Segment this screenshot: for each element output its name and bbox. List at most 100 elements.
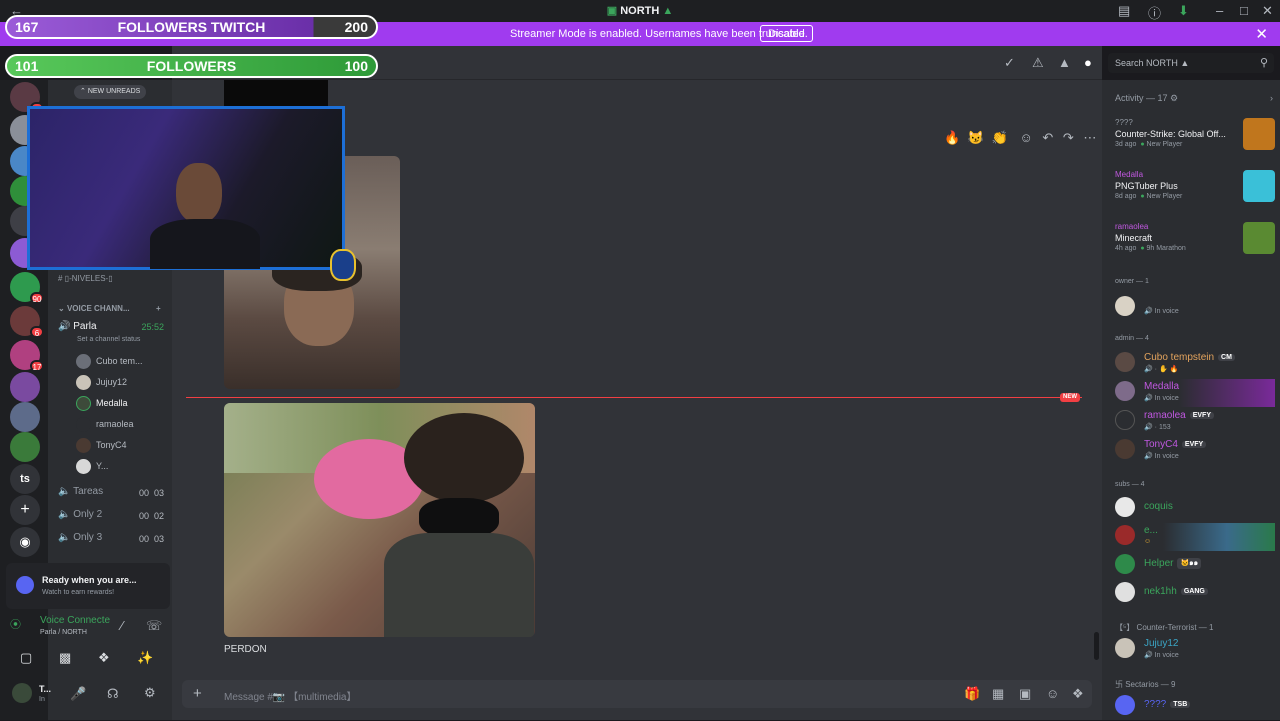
member-row[interactable]: 🔊 In voice bbox=[1115, 294, 1275, 322]
member-row[interactable]: TonyC4 EVFY 🔊 In voice bbox=[1115, 437, 1275, 465]
followers-twitch-bar: 167 FOLLOWERS TWITCH 200 bbox=[5, 15, 378, 39]
headphones-icon[interactable]: ☊ bbox=[107, 686, 119, 702]
member-row[interactable]: Medalla 🔊 In voice bbox=[1115, 379, 1275, 407]
add-reaction-icon[interactable]: ☺ bbox=[1019, 130, 1032, 145]
disconnect-icon[interactable]: ☏ bbox=[146, 618, 162, 634]
voice-category[interactable]: ⌄ VOICE CHANN... + bbox=[58, 304, 161, 313]
maximize-icon[interactable]: □ bbox=[1240, 3, 1248, 18]
server-icon[interactable]: 6 bbox=[10, 306, 44, 338]
settings-icon[interactable]: ⚙ bbox=[144, 685, 156, 701]
gif-icon[interactable]: ▦ bbox=[992, 686, 1004, 702]
search-input[interactable]: Search NORTH ▲ bbox=[1115, 58, 1189, 68]
forward-icon[interactable]: ↷ bbox=[1063, 130, 1074, 145]
server-badge: 17 bbox=[30, 360, 44, 372]
member-name: coquis bbox=[1144, 501, 1173, 512]
message-input[interactable]: Message #📷 【multimedia】 bbox=[224, 688, 357, 703]
group-subs: subs — 4 bbox=[1115, 481, 1145, 488]
add-server-icon[interactable]: + bbox=[10, 495, 40, 525]
member-row[interactable]: e... ☺ bbox=[1115, 523, 1275, 551]
channel-niveles[interactable]: # ▯-NIVELES-▯ bbox=[58, 274, 113, 283]
voice-timer: 25:52 bbox=[141, 322, 164, 332]
discover-icon[interactable]: ◉ bbox=[10, 527, 40, 557]
voice-status[interactable]: Voice Connecte bbox=[40, 615, 110, 626]
voice-user[interactable]: Cubo tem... bbox=[76, 354, 143, 369]
rewards-popup[interactable]: Ready when you are... Watch to earn rewa… bbox=[6, 563, 170, 609]
search-box[interactable]: Search NORTH ▲ ⚲ bbox=[1108, 53, 1274, 73]
user-name[interactable]: T... bbox=[39, 684, 51, 694]
channel-parla[interactable]: 🔊 Parla bbox=[58, 321, 97, 332]
more-icon[interactable]: ⋯ bbox=[1083, 130, 1096, 145]
reply-icon[interactable]: ↶ bbox=[1042, 130, 1053, 145]
activity-header[interactable]: Activity — 17 ⚙ › bbox=[1115, 93, 1275, 104]
attach-plus-icon[interactable]: + bbox=[193, 685, 202, 702]
soundboard-icon[interactable]: ✨ bbox=[137, 650, 153, 666]
voice-user[interactable]: TonyC4 bbox=[76, 438, 127, 453]
voice-user[interactable]: Medalla bbox=[76, 396, 128, 411]
pin-icon[interactable]: ▲ bbox=[1058, 55, 1071, 70]
channel-only-2[interactable]: 🔈 Only 2 bbox=[58, 509, 102, 520]
channel-count: 00 02 bbox=[138, 511, 164, 521]
member-row[interactable]: ???? TSB bbox=[1115, 693, 1275, 721]
reaction-clap[interactable]: 👏 bbox=[992, 130, 1008, 145]
member-row[interactable]: Cubo tempstein CM 🔊 · ✋ 🔥 bbox=[1115, 350, 1275, 378]
gift-icon[interactable]: 🎁 bbox=[964, 686, 980, 702]
camera-off-icon[interactable]: ▢ bbox=[20, 650, 32, 666]
new-messages-divider bbox=[186, 397, 1082, 398]
member-row[interactable]: Helper 🐱๑๑ bbox=[1115, 552, 1275, 580]
threads-icon[interactable]: ✓ bbox=[1004, 55, 1015, 71]
reaction-cat[interactable]: 😼 bbox=[968, 130, 984, 145]
sticker-icon[interactable]: ▣ bbox=[1019, 686, 1031, 702]
screen-share-icon[interactable]: ▩ bbox=[59, 650, 71, 666]
server-icon[interactable] bbox=[10, 372, 40, 402]
voice-user[interactable]: Jujuy12 bbox=[76, 375, 127, 390]
channel-tareas[interactable]: 🔈 Tareas bbox=[58, 486, 103, 497]
photo-attachment[interactable] bbox=[224, 403, 535, 637]
channel-only-3[interactable]: 🔈 Only 3 bbox=[58, 532, 102, 543]
user-avatar[interactable] bbox=[12, 683, 32, 703]
voice-location[interactable]: Parla / NORTH bbox=[40, 629, 87, 636]
voice-user[interactable]: Y... bbox=[76, 459, 108, 474]
new-unreads-pill[interactable]: ⌃ NEW UNREADS bbox=[74, 85, 147, 99]
server-icon[interactable] bbox=[10, 402, 40, 432]
activity-card[interactable]: ramaolea Minecraft 4h ago ● 9h Marathon bbox=[1115, 222, 1275, 260]
members-icon[interactable]: ● bbox=[1084, 55, 1092, 70]
mic-icon[interactable]: 🎤 bbox=[70, 686, 86, 702]
server-ts[interactable]: ts bbox=[10, 464, 40, 494]
attachment-thumbnail[interactable] bbox=[224, 80, 328, 108]
activities-icon[interactable]: ❖ bbox=[98, 650, 110, 666]
download-icon[interactable]: ⬇ bbox=[1178, 3, 1189, 19]
minimize-icon[interactable]: – bbox=[1216, 3, 1223, 18]
followers-label: FOLLOWERS bbox=[146, 58, 237, 74]
mute-icon[interactable]: ⚠ bbox=[1032, 55, 1044, 71]
apps-icon[interactable]: ❖ bbox=[1072, 686, 1084, 702]
noise-suppression-icon[interactable]: ∕ bbox=[121, 618, 123, 633]
member-avatar bbox=[1115, 695, 1135, 715]
member-avatar bbox=[1115, 497, 1135, 517]
close-banner-icon[interactable]: ✕ bbox=[1255, 25, 1268, 43]
member-row[interactable]: Jujuy12 🔊 In voice bbox=[1115, 636, 1275, 664]
server-icon[interactable]: 90 bbox=[10, 272, 44, 304]
emoji-icon[interactable]: ☺ bbox=[1046, 686, 1059, 701]
member-row[interactable]: ramaolea EVFY 🔊 · 153 bbox=[1115, 408, 1275, 436]
user-status: In bbox=[39, 696, 45, 703]
help-icon[interactable]: ⓘ bbox=[1148, 3, 1161, 22]
message-caption: PERDON bbox=[224, 644, 267, 655]
chat-scrollbar[interactable] bbox=[1094, 632, 1099, 660]
twitch-label: FOLLOWERS TWITCH bbox=[117, 19, 266, 35]
reaction-fire[interactable]: 🔥 bbox=[944, 130, 960, 145]
member-row[interactable]: nek1hh GANG bbox=[1115, 580, 1275, 608]
member-avatar bbox=[1115, 582, 1135, 602]
server-icon[interactable] bbox=[10, 432, 40, 462]
server-icon[interactable]: 17 bbox=[10, 340, 44, 372]
disable-streamer-button[interactable]: Disable bbox=[760, 25, 813, 42]
inbox-icon[interactable]: ▤ bbox=[1118, 3, 1130, 19]
close-window-icon[interactable]: ✕ bbox=[1262, 3, 1273, 19]
activity-card[interactable]: Medalla PNGTuber Plus 8d ago ● New Playe… bbox=[1115, 170, 1275, 208]
member-row[interactable]: coquis bbox=[1115, 495, 1275, 523]
message-composer[interactable]: + Message #📷 【multimedia】 🎁 ▦ ▣ ☺ ❖ bbox=[182, 680, 1092, 708]
message-actions: 🔥 😼 👏 ☺ ↶ ↷ ⋯ bbox=[944, 130, 1096, 146]
member-avatar bbox=[1115, 554, 1135, 574]
activity-card[interactable]: ???? Counter-Strike: Global Off... 3d ag… bbox=[1115, 118, 1275, 156]
channel-status[interactable]: Set a channel status bbox=[77, 336, 140, 343]
voice-user[interactable]: ramaolea bbox=[76, 417, 134, 432]
